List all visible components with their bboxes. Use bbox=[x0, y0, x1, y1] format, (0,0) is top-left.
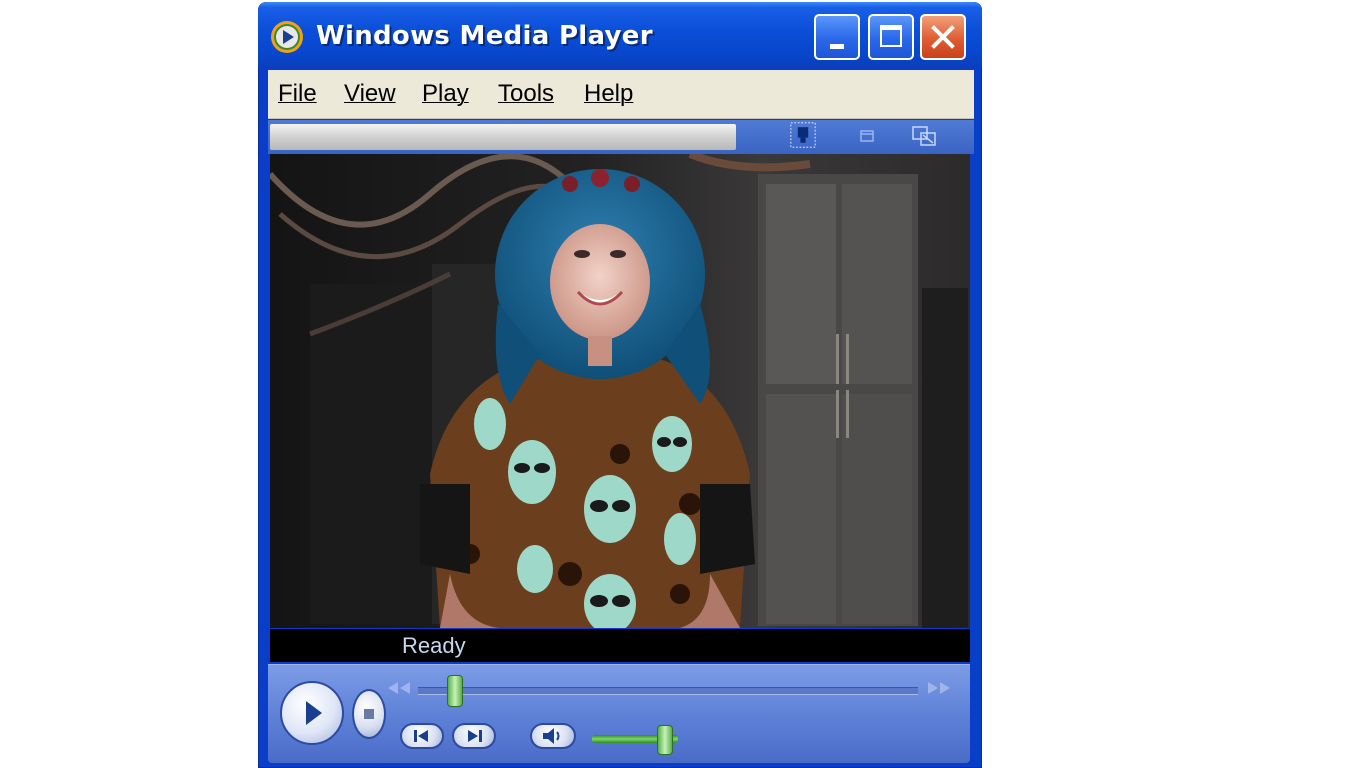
menu-play[interactable]: Play bbox=[422, 80, 469, 108]
rewind-icon[interactable] bbox=[384, 679, 414, 697]
title-bar[interactable]: Windows Media Player bbox=[258, 2, 982, 68]
menu-bar: File View Play Tools Help bbox=[268, 70, 974, 119]
taskbar-toggle-icon[interactable] bbox=[788, 122, 818, 148]
status-text: Ready bbox=[402, 633, 466, 658]
progress-track bbox=[270, 124, 736, 150]
previous-track-icon bbox=[414, 730, 428, 742]
play-icon bbox=[306, 701, 322, 725]
close-icon bbox=[931, 25, 955, 49]
maximize-button[interactable] bbox=[868, 14, 914, 60]
mute-button[interactable] bbox=[530, 723, 576, 749]
compact-mode-icon[interactable] bbox=[852, 124, 882, 150]
status-bar: Ready bbox=[270, 629, 970, 662]
play-button[interactable] bbox=[280, 681, 344, 745]
volume-slider[interactable] bbox=[592, 725, 678, 755]
speaker-icon bbox=[543, 728, 560, 744]
seek-bar[interactable] bbox=[418, 675, 918, 707]
maximize-icon bbox=[880, 25, 902, 47]
minimize-icon bbox=[830, 44, 844, 49]
video-frame-image bbox=[270, 154, 970, 628]
menu-file[interactable]: File bbox=[278, 80, 317, 108]
seek-thumb[interactable] bbox=[447, 675, 463, 707]
wmp-logo-icon bbox=[271, 21, 303, 53]
menu-help[interactable]: Help bbox=[584, 80, 633, 108]
minimize-button[interactable] bbox=[814, 14, 860, 60]
close-button[interactable] bbox=[920, 14, 966, 60]
window-title: Windows Media Player bbox=[316, 21, 653, 51]
next-track-icon bbox=[468, 730, 482, 742]
taskbar-strip bbox=[268, 120, 974, 154]
playback-controls bbox=[268, 664, 970, 763]
video-display[interactable] bbox=[270, 154, 970, 628]
previous-button[interactable] bbox=[400, 723, 444, 749]
stop-button[interactable] bbox=[352, 689, 386, 739]
fast-forward-icon[interactable] bbox=[924, 679, 954, 697]
skin-mode-icon[interactable] bbox=[910, 124, 940, 150]
menu-view[interactable]: View bbox=[344, 80, 396, 108]
menu-tools[interactable]: Tools bbox=[498, 80, 554, 108]
next-button[interactable] bbox=[452, 723, 496, 749]
volume-thumb[interactable] bbox=[657, 725, 673, 755]
media-player-window: Windows Media Player File View Play Tool… bbox=[258, 2, 982, 768]
stop-icon bbox=[364, 709, 374, 719]
